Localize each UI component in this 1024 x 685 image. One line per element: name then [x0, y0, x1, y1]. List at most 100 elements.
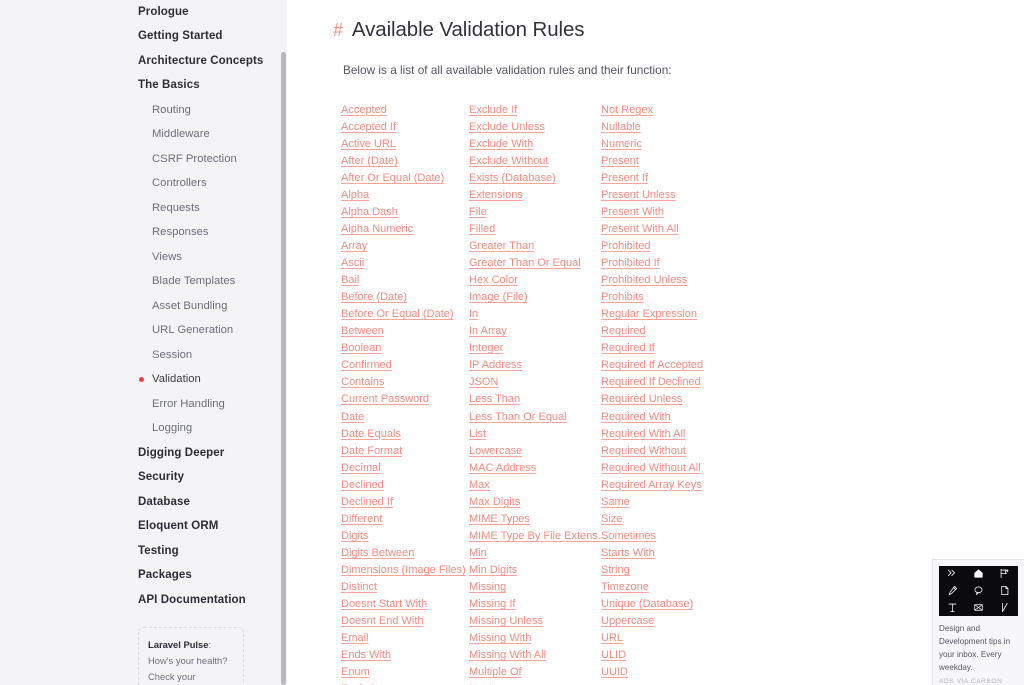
validation-rule-link[interactable]: Ends With — [341, 647, 469, 664]
validation-rule-link[interactable]: Before Or Equal (Date) — [341, 306, 469, 323]
validation-rule-link[interactable]: Exclude — [341, 681, 469, 685]
sidebar-item-asset-bundling[interactable]: Asset Bundling — [138, 294, 281, 319]
validation-rule-link[interactable]: Sometimes — [601, 528, 729, 545]
validation-rule-link[interactable]: After (Date) — [341, 153, 469, 170]
validation-rule-link[interactable]: Missing If — [469, 596, 601, 613]
validation-rule-link[interactable]: Before (Date) — [341, 289, 469, 306]
validation-rule-link[interactable]: Decimal — [341, 460, 469, 477]
sidebar-item-api-documentation[interactable]: API Documentation — [138, 588, 281, 613]
validation-rule-link[interactable]: Max Digits — [469, 494, 601, 511]
validation-rule-link[interactable]: Different — [341, 511, 469, 528]
validation-rule-link[interactable]: Present With All — [601, 221, 729, 238]
validation-rule-link[interactable]: Exclude With — [469, 136, 601, 153]
ad-image[interactable] — [939, 565, 1018, 616]
sidebar-scrollbar-thumb[interactable] — [281, 52, 286, 685]
validation-rule-link[interactable]: String — [601, 562, 729, 579]
validation-rule-link[interactable]: File — [469, 204, 601, 221]
validation-rule-link[interactable]: Less Than Or Equal — [469, 409, 601, 426]
validation-rule-link[interactable]: Exclude Without — [469, 153, 601, 170]
sidebar-item-testing[interactable]: Testing — [138, 539, 281, 564]
validation-rule-link[interactable]: Ascii — [341, 255, 469, 272]
validation-rule-link[interactable]: Alpha — [341, 187, 469, 204]
sidebar-item-logging[interactable]: Logging — [138, 417, 281, 442]
validation-rule-link[interactable]: Multiple Of — [469, 664, 601, 681]
validation-rule-link[interactable]: Current Password — [341, 391, 469, 408]
validation-rule-link[interactable]: Email — [341, 630, 469, 647]
validation-rule-link[interactable]: Present If — [601, 170, 729, 187]
validation-rule-link[interactable]: Required Without All — [601, 460, 729, 477]
validation-rule-link[interactable]: Not In — [469, 681, 601, 685]
validation-rule-link[interactable]: Required — [601, 323, 729, 340]
validation-rule-link[interactable]: Min Digits — [469, 562, 601, 579]
validation-rule-link[interactable]: Timezone — [601, 579, 729, 596]
validation-rule-link[interactable]: Accepted If — [341, 119, 469, 136]
validation-rule-link[interactable]: Prohibits — [601, 289, 729, 306]
validation-rule-link[interactable]: Exists (Database) — [469, 170, 601, 187]
validation-rule-link[interactable]: Present Unless — [601, 187, 729, 204]
sidebar-item-session[interactable]: Session — [138, 343, 281, 368]
sidebar-item-digging-deeper[interactable]: Digging Deeper — [138, 441, 281, 466]
validation-rule-link[interactable]: Greater Than — [469, 238, 601, 255]
sidebar-item-url-generation[interactable]: URL Generation — [138, 319, 281, 344]
sidebar-item-the-basics[interactable]: The Basics — [138, 74, 281, 99]
sidebar-item-architecture-concepts[interactable]: Architecture Concepts — [138, 49, 281, 74]
validation-rule-link[interactable]: In Array — [469, 323, 601, 340]
validation-rule-link[interactable]: Size — [601, 511, 729, 528]
validation-rule-link[interactable]: Required With All — [601, 426, 729, 443]
validation-rule-link[interactable]: URL — [601, 630, 729, 647]
validation-rule-link[interactable]: Prohibited — [601, 238, 729, 255]
validation-rule-link[interactable]: Contains — [341, 374, 469, 391]
validation-rule-link[interactable]: Enum — [341, 664, 469, 681]
sidebar-item-requests[interactable]: Requests — [138, 196, 281, 221]
validation-rule-link[interactable]: Required Without — [601, 443, 729, 460]
carbon-ad-widget[interactable]: Design and Development tips in your inbo… — [932, 558, 1024, 685]
sidebar-promo-card[interactable]: Laravel Pulse: How's your health? Check … — [138, 626, 244, 685]
validation-rule-link[interactable]: Array — [341, 238, 469, 255]
sidebar-item-packages[interactable]: Packages — [138, 564, 281, 589]
validation-rule-link[interactable]: Image (File) — [469, 289, 601, 306]
sidebar-item-controllers[interactable]: Controllers — [138, 172, 281, 197]
validation-rule-link[interactable]: Filled — [469, 221, 601, 238]
validation-rule-link[interactable]: Min — [469, 545, 601, 562]
heading-anchor-icon[interactable]: # — [333, 20, 343, 41]
validation-rule-link[interactable]: Numeric — [601, 136, 729, 153]
validation-rule-link[interactable]: JSON — [469, 374, 601, 391]
sidebar-item-validation[interactable]: Validation — [138, 368, 281, 393]
sidebar-item-middleware[interactable]: Middleware — [138, 123, 281, 148]
validation-rule-link[interactable]: Doesnt Start With — [341, 596, 469, 613]
validation-rule-link[interactable]: Unique (Database) — [601, 596, 729, 613]
validation-rule-link[interactable]: Missing Unless — [469, 613, 601, 630]
validation-rule-link[interactable]: Missing With — [469, 630, 601, 647]
validation-rule-link[interactable]: Required Array Keys — [601, 477, 729, 494]
validation-rule-link[interactable]: Alpha Dash — [341, 204, 469, 221]
validation-rule-link[interactable]: Present With — [601, 204, 729, 221]
validation-rule-link[interactable]: In — [469, 306, 601, 323]
sidebar-item-prologue[interactable]: Prologue — [138, 0, 281, 25]
validation-rule-link[interactable]: Bail — [341, 272, 469, 289]
validation-rule-link[interactable]: Date Format — [341, 443, 469, 460]
validation-rule-link[interactable]: Starts With — [601, 545, 729, 562]
validation-rule-link[interactable]: After Or Equal (Date) — [341, 170, 469, 187]
validation-rule-link[interactable]: Max — [469, 477, 601, 494]
validation-rule-link[interactable]: Alpha Numeric — [341, 221, 469, 238]
validation-rule-link[interactable]: Exclude If — [469, 102, 601, 119]
validation-rule-link[interactable]: Missing — [469, 579, 601, 596]
validation-rule-link[interactable]: Extensions — [469, 187, 601, 204]
validation-rule-link[interactable]: Integer — [469, 340, 601, 357]
validation-rule-link[interactable]: Required With — [601, 409, 729, 426]
ad-credit[interactable]: ads via carbon — [939, 678, 1018, 685]
validation-rule-link[interactable]: Nullable — [601, 119, 729, 136]
validation-rule-link[interactable]: Dimensions (Image Files) — [341, 562, 469, 579]
validation-rule-link[interactable]: Required Unless — [601, 391, 729, 408]
validation-rule-link[interactable]: Same — [601, 494, 729, 511]
sidebar-item-error-handling[interactable]: Error Handling — [138, 392, 281, 417]
validation-rule-link[interactable]: Required If Declined — [601, 374, 729, 391]
validation-rule-link[interactable]: MIME Types — [469, 511, 601, 528]
validation-rule-link[interactable]: Greater Than Or Equal — [469, 255, 601, 272]
sidebar-item-csrf-protection[interactable]: CSRF Protection — [138, 147, 281, 172]
validation-rule-link[interactable]: List — [469, 426, 601, 443]
validation-rule-link[interactable]: Active URL — [341, 136, 469, 153]
validation-rule-link[interactable]: Exclude Unless — [469, 119, 601, 136]
ad-text[interactable]: Design and Development tips in your inbo… — [939, 622, 1018, 674]
sidebar-item-getting-started[interactable]: Getting Started — [138, 25, 281, 50]
